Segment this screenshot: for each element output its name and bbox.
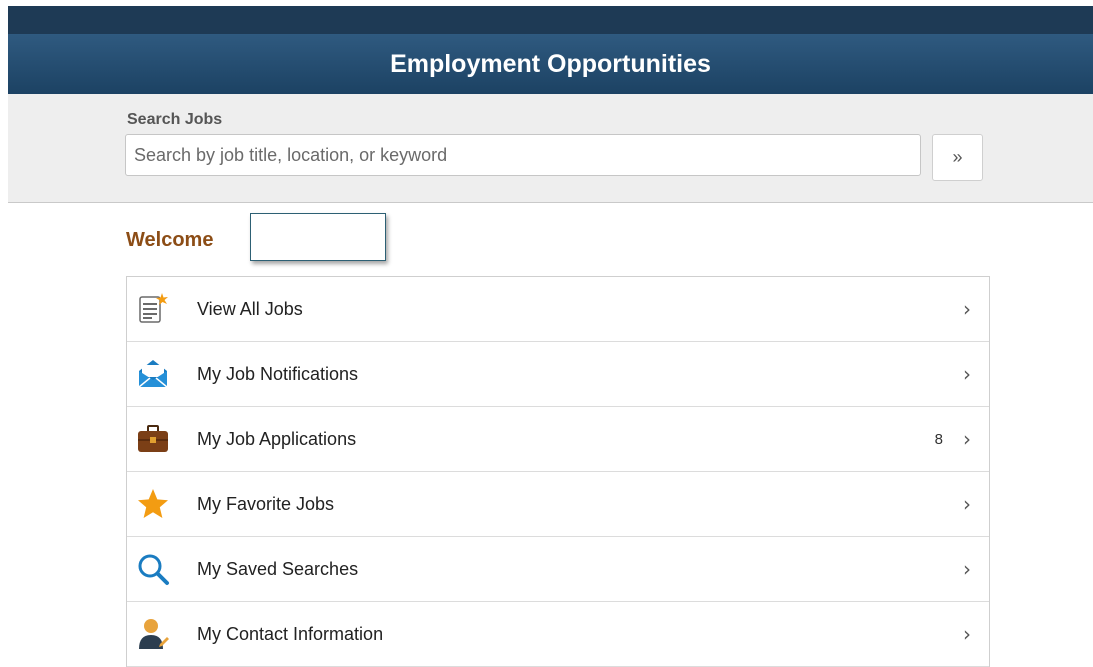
briefcase-icon [136, 422, 170, 456]
chevron-right-icon: › [963, 557, 971, 581]
search-go-button[interactable]: » [932, 134, 983, 181]
chevron-right-icon: › [963, 362, 971, 386]
magnifier-icon [136, 552, 170, 586]
menu-item-job-notifications[interactable]: My Job Notifications › [127, 342, 989, 407]
menu-item-contact-information[interactable]: My Contact Information › [127, 602, 989, 667]
menu-item-job-applications[interactable]: My Job Applications 8 › [127, 407, 989, 472]
chevron-right-icon: › [963, 427, 971, 451]
application-count-badge: 8 [934, 430, 943, 448]
menu-item-label: My Contact Information [197, 623, 384, 644]
chevron-right-icon: › [963, 622, 971, 646]
job-list-icon [136, 292, 170, 326]
star-icon [136, 487, 170, 521]
page-title: Employment Opportunities [390, 49, 711, 78]
search-panel: Search Jobs » [8, 94, 1093, 203]
menu-item-label: My Saved Searches [197, 558, 359, 579]
menu-item-saved-searches[interactable]: My Saved Searches › [127, 537, 989, 602]
search-label: Search Jobs [127, 111, 223, 128]
menu-item-view-all-jobs[interactable]: View All Jobs › [127, 277, 989, 342]
contact-person-icon [136, 617, 170, 651]
envelope-icon [136, 357, 170, 391]
top-strip [8, 6, 1093, 34]
chevron-right-icon: › [963, 492, 971, 516]
menu-item-favorite-jobs[interactable]: My Favorite Jobs › [127, 472, 989, 537]
page-header: Employment Opportunities [8, 34, 1093, 94]
menu-item-label: My Favorite Jobs [197, 493, 335, 514]
menu-item-label: My Job Notifications [197, 363, 359, 384]
menu-list: View All Jobs › My Job Notifications › M [126, 276, 990, 667]
welcome-label: Welcome [126, 229, 214, 251]
menu-item-label: View All Jobs [197, 298, 303, 319]
menu-item-label: My Job Applications [197, 428, 357, 449]
search-input[interactable] [125, 134, 921, 176]
welcome-name-box [250, 213, 386, 261]
chevron-right-icon: › [963, 297, 971, 321]
